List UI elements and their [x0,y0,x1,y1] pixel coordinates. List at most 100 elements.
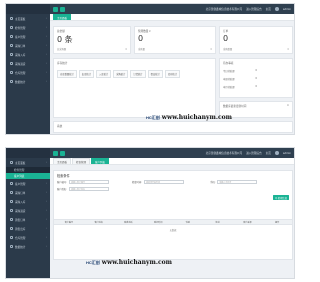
customer-name-input[interactable]: 请输入客户姓名 [68,187,109,191]
watermark: HC汇创 www.huichanym.com [146,114,232,121]
chevron-icon: ‹ [46,17,47,20]
column-header[interactable]: 客户来源 [233,221,263,224]
chevron-icon: ‹ [46,245,47,248]
watermark-url: www.huichanym.com [161,114,232,121]
company-name: 北京慧创鑫城信息技术有限公司 [205,8,243,11]
column-header[interactable]: 地址 [203,221,233,224]
stats-tab[interactable]: 采购统计 [113,70,129,78]
tab-customer-list[interactable]: 客户列表 [91,158,110,164]
todo-panel: 待办事项 今日待处理 0 本周待处理 0 本月待处理 0 [219,58,293,98]
sidebar-item-inspection[interactable]: 检查管理 ‹ [6,23,50,32]
avatar[interactable] [274,7,279,11]
stat-card: 订单 0 采购数量 0 [219,26,293,54]
column-header[interactable]: 登记时间 [143,221,173,224]
chevron-icon: ‹ [46,35,47,38]
sidebar-item-customers[interactable]: 客户管理 ‹ [6,179,50,188]
column-header[interactable]: 操作 [262,221,292,224]
tab-inspection[interactable]: 检查管理 [72,158,91,164]
stats-panel: 库存统计 仓库数量统计 出库统计 入库统计 采购统计 订货统计 借出统计 库存统… [53,58,216,118]
inbox-icon [10,200,13,203]
top-bar: 北京慧创鑫城信息技术有限公司 进入管理后台 主页 admin [50,4,294,14]
chevron-icon: ‹ [46,26,47,29]
chevron-icon: ‹ [46,62,47,65]
customer-search-panel: 检索条件 客户编号: 请输入客户编号 检查时间: 请选择开始时间 手机: 请输入… [53,170,293,260]
check-time-field: 检查时间: 请选择开始时间 [132,180,184,184]
admin-link[interactable]: 进入管理后台 [246,151,262,155]
chart-icon [10,245,13,248]
sidebar-item-sales-orders[interactable]: 销售订单 ‹ [6,215,50,224]
menu-toggle-icon[interactable] [53,150,58,156]
return-icon [10,209,13,212]
stats-tab[interactable]: 入库统计 [96,70,112,78]
sidebar-item-purchase-orders[interactable]: 采购订单 ‹ [6,41,50,50]
home-menu[interactable]: 主页 [266,151,271,155]
chevron-icon: ‹ [46,71,47,74]
warehouse-icon [10,71,13,74]
stat-card: 预测数量 ▾ 0 采购量 0 [134,26,216,54]
phone-input[interactable]: 请输入手机号 [217,180,258,184]
todo-row: 今日待处理 0 [223,69,257,73]
chevron-icon: ‹ [46,191,47,194]
chevron-icon: ‹ [46,53,47,56]
cart-icon [10,44,13,47]
column-header[interactable]: 客户姓名 [84,221,114,224]
watermark: HC汇创 www.huichanym.com [86,259,172,266]
chevron-icon: ‹ [46,236,47,239]
avatar[interactable] [274,151,279,155]
sidebar-item-customers[interactable]: 客户管理 ‹ [6,32,50,41]
home-icon [10,161,13,164]
customer-id-input[interactable]: 请输入客户编号 [68,180,109,184]
watermark-logo: HC汇创 [86,259,100,265]
chart-icon [10,80,13,83]
username[interactable]: admin [283,8,291,11]
system-panel: 系统 [53,121,293,133]
sidebar-item-purchase-return[interactable]: 采购退货 ‹ [6,206,50,215]
search-button[interactable]: Q 检索信息 [273,195,289,200]
stats-tab[interactable]: 借出统计 [147,70,163,78]
column-header[interactable]: 客户编号 [54,221,84,224]
refresh-icon[interactable] [60,6,65,12]
stats-tabs: 仓库数量统计 出库统计 入库统计 采购统计 订货统计 借出统计 库存统计 [57,70,181,78]
stats-tab[interactable]: 订货统计 [130,70,146,78]
refresh-icon[interactable] [60,150,65,156]
home-icon [10,17,13,20]
sidebar-item-purchase-in[interactable]: 采购入库 ‹ [6,197,50,206]
return-icon [10,62,13,65]
tab-home[interactable]: 主页面板 [53,158,72,164]
inbox-icon [10,53,13,56]
sidebar-item-purchase-orders[interactable]: 采购订单 ‹ [6,188,50,197]
chevron-icon: ‹ [46,80,47,83]
chevron-icon: ‹ [46,200,47,203]
sidebar-item-warehouse[interactable]: 仓库管理 ‹ [6,68,50,77]
sidebar-item-purchase-return[interactable]: 采购退货 ‹ [6,59,50,68]
chevron-icon: ‹ [46,227,47,230]
empty-table-message: 无数据 [169,229,177,232]
home-menu[interactable]: 主页 [266,7,271,11]
username[interactable]: admin [283,152,291,155]
stats-tab[interactable]: 库存统计 [164,70,181,78]
column-header[interactable]: 联系电话 [114,221,144,224]
gear-icon[interactable]: ⚙ [287,104,289,107]
company-name: 北京慧创鑫城信息技术有限公司 [205,152,243,155]
table-header: 客户编号 客户姓名 联系电话 登记时间 性别 地址 客户来源 操作 [54,219,292,225]
sidebar-item-home[interactable]: 主页面板 ‹ [6,14,50,23]
customer-list-screenshot: 主页面板 ‹ 检查管理 客户列表 客户管理 ‹ 采购订单 ‹ 采购入库 ‹ 采购退货 ‹ … [5,147,295,279]
tab-bar: 主页面板 [50,14,294,21]
sidebar-item-statistics[interactable]: 数据统计 ‹ [6,242,50,251]
menu-toggle-icon[interactable] [53,6,58,12]
chevron-icon: ‹ [46,161,47,164]
sidebar-item-statistics[interactable]: 数据统计 ‹ [6,77,50,86]
sidebar-item-sales-out[interactable]: 销售出库 ‹ [6,224,50,233]
watermark-url: www.huichanym.com [101,259,172,266]
sidebar-item-home[interactable]: 主页面板 ‹ [6,158,50,167]
sidebar-item-purchase-in[interactable]: 采购入库 ‹ [6,50,50,59]
sidebar-item-warehouse[interactable]: 仓库管理 ‹ [6,233,50,242]
top-bar: 北京慧创鑫城信息技术有限公司 进入管理后台 主页 admin [50,148,294,158]
stats-tab[interactable]: 仓库数量统计 [57,70,77,78]
column-header[interactable]: 性别 [173,221,203,224]
admin-link[interactable]: 进入管理后台 [246,7,262,11]
user-icon [10,182,13,185]
check-time-input[interactable]: 请选择开始时间 [143,180,184,184]
stats-tab[interactable]: 出库统计 [78,70,94,78]
tab-home[interactable]: 主页面板 [53,14,72,20]
